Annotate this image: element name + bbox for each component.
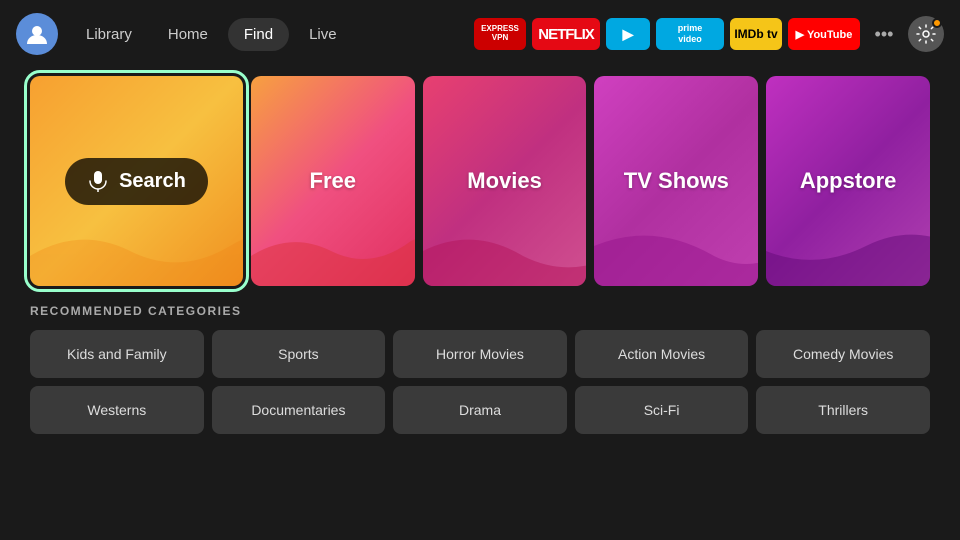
search-label: Search — [119, 170, 186, 193]
category-drama[interactable]: Drama — [393, 386, 567, 434]
category-thrillers[interactable]: Thrillers — [756, 386, 930, 434]
category-row-1: Kids and Family Sports Horror Movies Act… — [30, 330, 930, 378]
freevee-app[interactable]: ▶ — [606, 18, 650, 50]
free-label: Free — [310, 168, 356, 194]
settings-notification-dot — [932, 18, 942, 28]
category-sci-fi[interactable]: Sci-Fi — [575, 386, 749, 434]
category-comedy-movies[interactable]: Comedy Movies — [756, 330, 930, 378]
nav-find[interactable]: Find — [228, 18, 289, 51]
movies-tile[interactable]: Movies — [423, 76, 587, 286]
app-shortcuts: EXPRESS VPN NETFLIX ▶ primevideo IMDb tv… — [474, 16, 944, 52]
category-action-movies[interactable]: Action Movies — [575, 330, 749, 378]
free-tile[interactable]: Free — [251, 76, 415, 286]
nav-live[interactable]: Live — [293, 18, 353, 51]
search-button[interactable]: Search — [65, 158, 208, 205]
microphone-icon — [87, 170, 109, 192]
prime-video-app[interactable]: primevideo — [656, 18, 724, 50]
category-row-2: Westerns Documentaries Drama Sci-Fi Thri… — [30, 386, 930, 434]
search-tile[interactable]: Search — [30, 76, 243, 286]
category-documentaries[interactable]: Documentaries — [212, 386, 386, 434]
tvshows-tile[interactable]: TV Shows — [594, 76, 758, 286]
netflix-app[interactable]: NETFLIX — [532, 18, 600, 50]
category-sports[interactable]: Sports — [212, 330, 386, 378]
appstore-tile[interactable]: Appstore — [766, 76, 930, 286]
expressvpn-app[interactable]: EXPRESS VPN — [474, 18, 526, 50]
youtube-app[interactable]: ▶ YouTube — [788, 18, 860, 50]
top-navigation: Library Home Find Live EXPRESS VPN NETFL… — [0, 0, 960, 68]
nav-links: Library Home Find Live — [70, 18, 353, 51]
category-horror-movies[interactable]: Horror Movies — [393, 330, 567, 378]
recommended-title: RECOMMENDED CATEGORIES — [30, 304, 930, 318]
more-apps-button[interactable]: ••• — [866, 18, 902, 50]
main-tiles: Search Free Movies TV Shows — [30, 76, 930, 286]
settings-button[interactable] — [908, 16, 944, 52]
appstore-label: Appstore — [800, 168, 897, 194]
movies-label: Movies — [467, 168, 542, 194]
user-avatar[interactable] — [16, 13, 58, 55]
main-content: Search Free Movies TV Shows — [0, 76, 960, 434]
tvshows-label: TV Shows — [624, 168, 729, 194]
nav-library[interactable]: Library — [70, 18, 148, 51]
category-westerns[interactable]: Westerns — [30, 386, 204, 434]
nav-home[interactable]: Home — [152, 18, 224, 51]
category-kids-family[interactable]: Kids and Family — [30, 330, 204, 378]
imdb-app[interactable]: IMDb tv — [730, 18, 782, 50]
category-grid: Kids and Family Sports Horror Movies Act… — [30, 330, 930, 434]
